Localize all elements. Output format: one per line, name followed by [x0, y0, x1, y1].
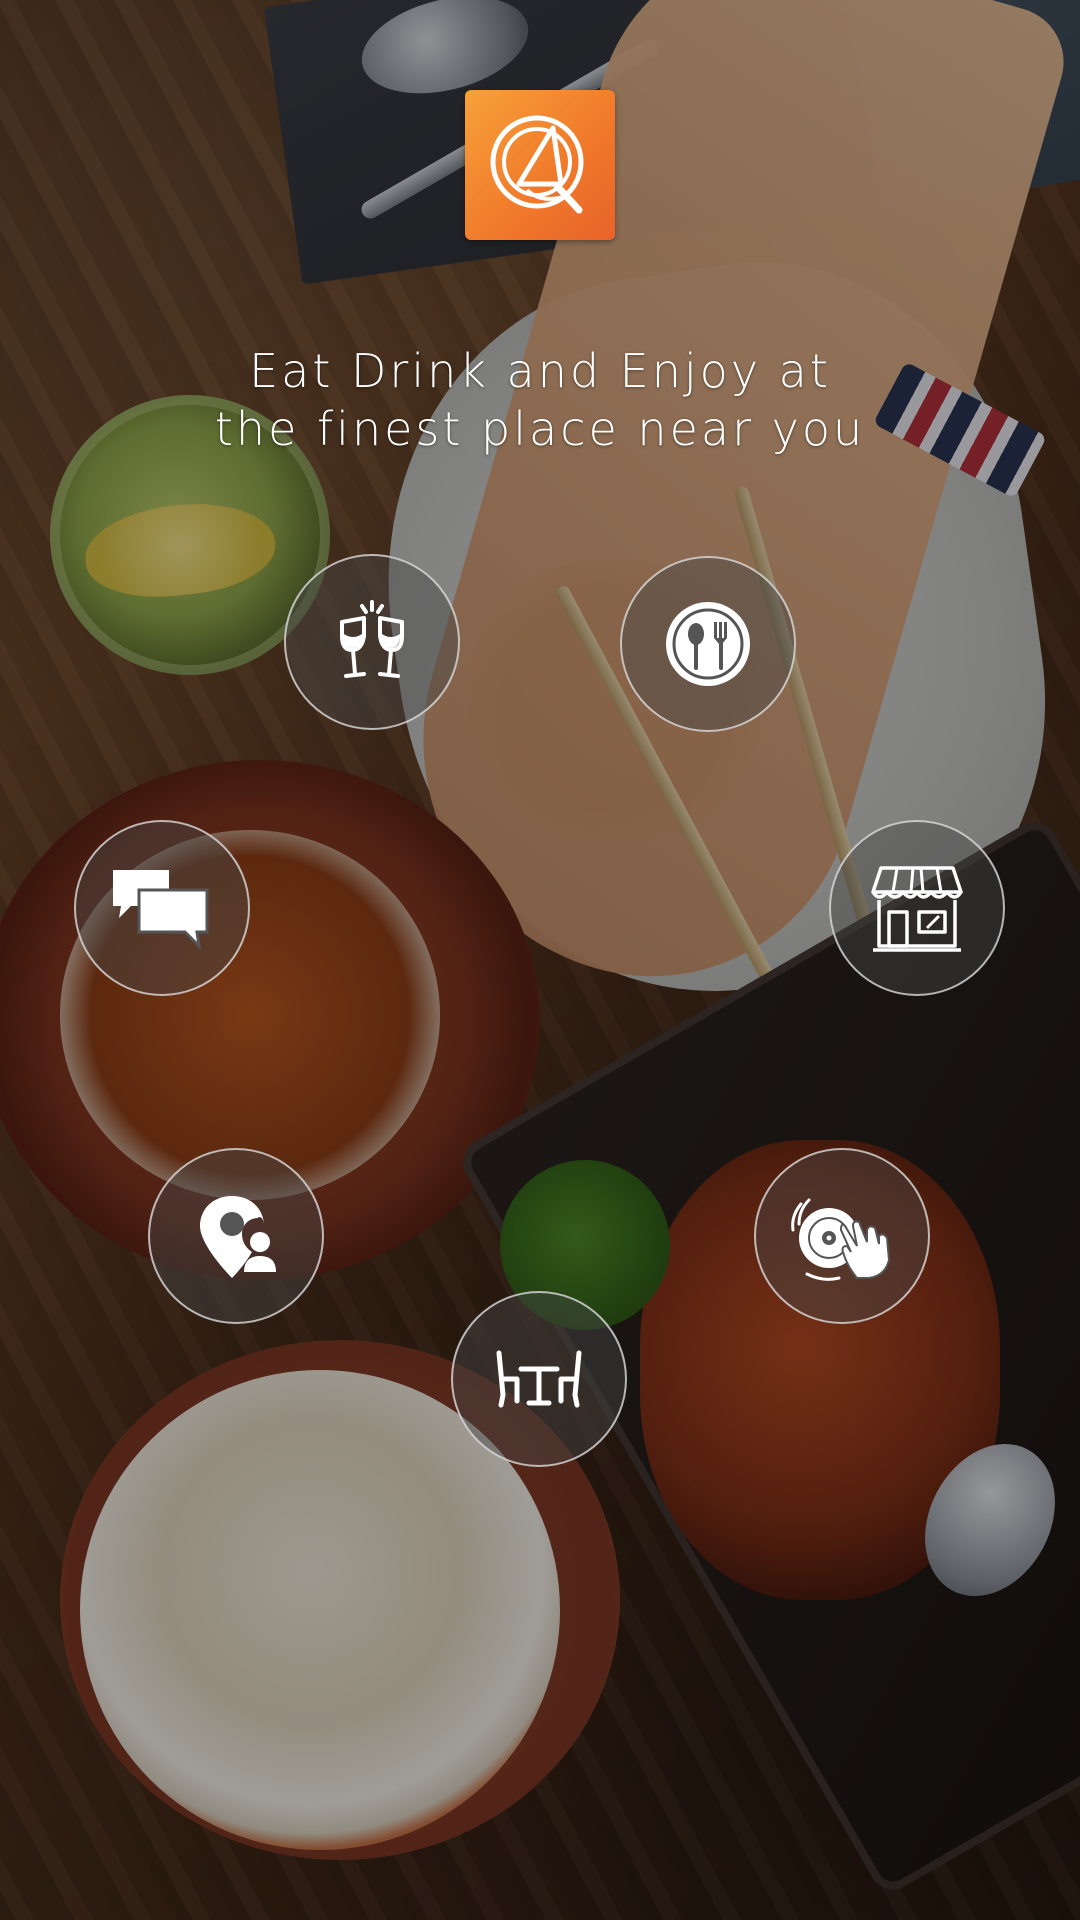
table-chairs-icon [496, 1350, 582, 1408]
chat-bubbles-icon [113, 870, 209, 951]
plate-cutlery-logo-icon [490, 115, 584, 214]
table-booking-button[interactable] [451, 1291, 627, 1467]
nightlife-button[interactable] [754, 1148, 930, 1324]
tagline-line-1: Eat Drink and Enjoy at [249, 344, 831, 398]
dj-disc-hand-icon [791, 1198, 891, 1281]
tagline: Eat Drink and Enjoy at the finest place … [0, 342, 1080, 458]
chat-button[interactable] [74, 820, 250, 996]
storefront-icon [871, 866, 963, 952]
tagline-line-2: the finest place near you [214, 402, 866, 456]
location-user-pin-icon [200, 1196, 276, 1278]
restaurants-button[interactable] [829, 820, 1005, 996]
drinks-button[interactable] [284, 554, 460, 730]
app-logo [465, 90, 615, 240]
plate-spoon-fork-icon [666, 602, 750, 686]
splash-screen: Eat Drink and Enjoy at the finest place … [0, 0, 1080, 1920]
cheers-glasses-icon [340, 600, 404, 678]
dining-button[interactable] [620, 556, 796, 732]
nearby-people-button[interactable] [148, 1148, 324, 1324]
